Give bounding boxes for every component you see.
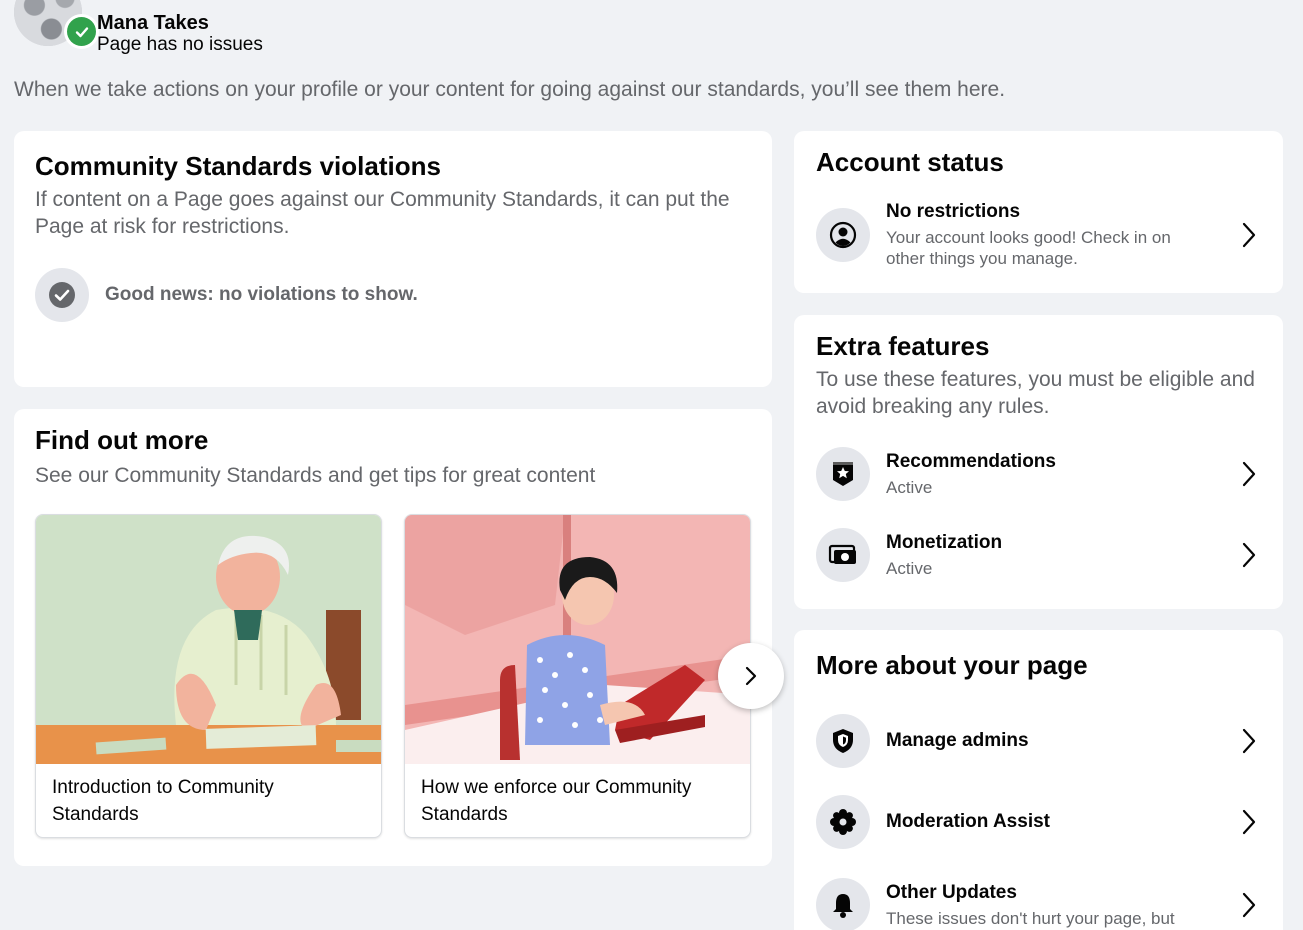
violations-title: Community Standards violations [35, 151, 441, 181]
feature-title: Recommendations [886, 450, 1056, 472]
feature-status: Active [886, 477, 933, 497]
star-badge-icon [816, 447, 870, 501]
carousel-next-button[interactable] [718, 643, 784, 709]
extra-features-subtitle: To use these features, you must be eligi… [816, 368, 1255, 418]
violations-card: Community Standards violations If conten… [14, 131, 772, 387]
chevron-right-icon [1237, 461, 1261, 487]
account-status-card: Account status No restrictions Your acco… [794, 131, 1283, 293]
page-status-text: Page has no issues [97, 34, 263, 55]
extra-features-card: Extra features To use these features, yo… [794, 315, 1283, 609]
account-status-row[interactable]: No restrictions Your account looks good!… [816, 201, 1261, 269]
extra-features-title: Extra features [816, 331, 990, 361]
more-row-subtitle: These issues don't hurt your page, but [886, 908, 1175, 928]
shield-icon [816, 714, 870, 768]
feature-title: Monetization [886, 531, 1003, 553]
good-news-row: Good news: no violations to show. [35, 268, 751, 322]
chevron-right-icon [1237, 892, 1261, 918]
find-out-more-card: Find out more See our Community Standard… [14, 409, 784, 866]
article-illustration-image [405, 515, 750, 764]
chevron-right-icon [1237, 542, 1261, 568]
more-row-title: Other Updates [886, 881, 1017, 903]
account-status-row-subtitle: Your account looks good! Check in on oth… [886, 228, 1171, 268]
article-card-introduction[interactable]: Introduction to Community Standards [35, 514, 382, 838]
status-badge [64, 14, 99, 49]
more-row-title: Manage admins [886, 730, 1029, 751]
article-illustration-image [36, 515, 381, 764]
more-row-other-updates[interactable]: Other Updates These issues don't hurt yo… [816, 878, 1261, 930]
chevron-right-icon [1237, 728, 1261, 754]
account-status-title: Account status [816, 147, 1004, 177]
find-out-more-subtitle: See our Community Standards and get tips… [35, 464, 596, 487]
bell-icon [816, 878, 870, 930]
intro-text: When we take actions on your profile or … [14, 78, 1006, 101]
chevron-right-icon [1237, 809, 1261, 835]
good-news-text: Good news: no violations to show. [105, 284, 418, 305]
more-row-moderation-assist[interactable]: Moderation Assist [816, 795, 1261, 849]
find-out-more-title: Find out more [35, 425, 209, 455]
account-status-row-title: No restrictions [886, 201, 1021, 222]
check-circle-icon [35, 268, 89, 322]
more-row-manage-admins[interactable]: Manage admins [816, 714, 1261, 768]
page-header [14, 0, 99, 49]
money-icon [816, 528, 870, 582]
violations-subtitle: If content on a Page goes against our Co… [35, 188, 730, 238]
check-icon [67, 17, 96, 46]
chevron-right-icon [1237, 222, 1261, 248]
moderation-gear-icon [816, 795, 870, 849]
article-title[interactable]: How we enforce our Community Standards [405, 764, 750, 837]
more-about-title: More about your page [816, 650, 1088, 680]
feature-row-monetization[interactable]: Monetization Active [816, 528, 1261, 582]
page-name: Mana Takes [97, 12, 209, 34]
article-card-enforcement[interactable]: How we enforce our Community Standards [404, 514, 751, 838]
feature-row-recommendations[interactable]: Recommendations Active [816, 447, 1261, 501]
page-avatar[interactable] [14, 0, 99, 49]
more-row-title: Moderation Assist [886, 811, 1050, 832]
article-title[interactable]: Introduction to Community Standards [36, 764, 381, 837]
user-circle-icon [816, 208, 870, 262]
chevron-right-icon [745, 666, 757, 686]
more-about-card: More about your page Manage admins Moder… [794, 630, 1283, 930]
feature-status: Active [886, 558, 933, 578]
article-carousel: Introduction to Community Standards How … [35, 514, 751, 838]
